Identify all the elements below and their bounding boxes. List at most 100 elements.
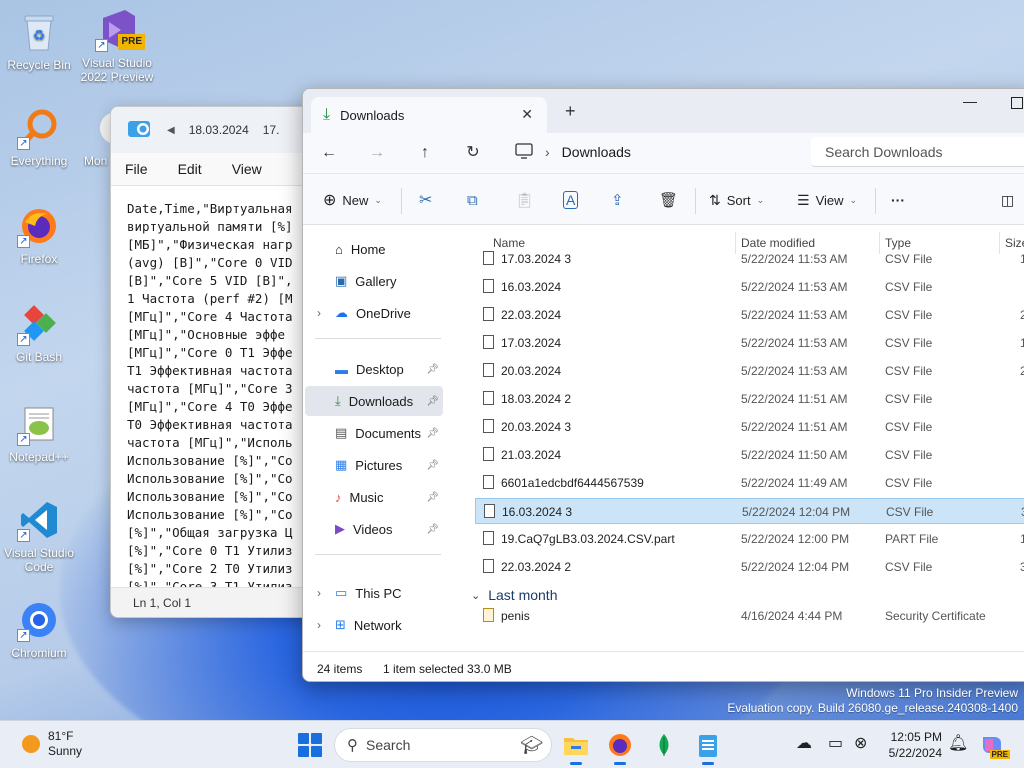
new-button[interactable]: ⊕ New ⌄	[323, 188, 382, 212]
chevron-right-icon[interactable]: ›	[317, 306, 321, 320]
file-row[interactable]: 16.03.2024 35/22/2024 12:04 PMCSV File3	[475, 498, 1024, 524]
network-status-icon[interactable]: ⊗	[854, 733, 867, 753]
nav-item-videos[interactable]: ▶ Videos 📌︎	[305, 514, 443, 544]
nav-item-documents[interactable]: ▤ Documents 📌︎	[305, 418, 443, 448]
menu-file[interactable]: File	[125, 161, 148, 177]
tab-scroll-left-icon[interactable]: ◀	[167, 125, 175, 136]
group-header-last-month[interactable]: ⌄ Last month	[471, 587, 557, 603]
nav-item-desktop[interactable]: ▬ Desktop 📌︎	[305, 354, 443, 384]
nav-item-gallery[interactable]: ▣ Gallery	[305, 266, 443, 296]
nav-item-home[interactable]: ⌂ Home	[305, 234, 443, 264]
taskbar-file-explorer[interactable]	[560, 729, 592, 765]
nav-item-pictures[interactable]: ▦ Pictures 📌︎	[305, 450, 443, 480]
file-row[interactable]: 16.03.2024 5/22/2024 11:53 AM CSV File	[475, 274, 1024, 300]
copy-button[interactable]: ⧉	[467, 188, 478, 212]
notepad-tab[interactable]: 17.	[263, 123, 280, 137]
pin-icon[interactable]: 📌︎	[426, 428, 439, 439]
weather-widget[interactable]: 81°F Sunny	[22, 729, 82, 759]
desktop-icon-chromium[interactable]: ↗ Chromium	[0, 598, 78, 660]
file-row[interactable]: 20.03.2024 5/22/2024 11:53 AM CSV File 2	[475, 358, 1024, 384]
new-tab-icon[interactable]: +	[565, 101, 576, 122]
file-row[interactable]: 20.03.2024 3 5/22/2024 11:51 AM CSV File	[475, 414, 1024, 440]
refresh-icon[interactable]: ↻	[461, 141, 485, 165]
details-pane-button[interactable]: ◫	[1001, 188, 1014, 212]
nav-item-downloads[interactable]: ⤓ Downloads 📌︎	[305, 386, 443, 416]
file-row[interactable]: penis 4/16/2024 4:44 PM Security Certifica…	[475, 603, 1024, 629]
pin-icon[interactable]: 📌︎	[426, 396, 439, 407]
file-row[interactable]: 21.03.2024 5/22/2024 11:50 AM CSV File	[475, 442, 1024, 468]
desktop-icon-label: Git Bash	[15, 350, 63, 364]
cloud-offline-icon[interactable]: ☁	[796, 733, 812, 753]
explorer-tab-downloads[interactable]: ⤓ Downloads ✕	[311, 97, 547, 133]
desktop-icon-label: Recycle Bin	[7, 58, 71, 72]
desktop-icon-visual-studio-2022-preview[interactable]: PRE ↗ Visual Studio 2022 Preview	[78, 8, 156, 84]
desktop-icon-mon[interactable]: Mon	[70, 106, 110, 168]
pin-icon[interactable]: 📌︎	[426, 524, 439, 535]
file-row[interactable]: 18.03.2024 2 5/22/2024 11:51 AM CSV File	[475, 386, 1024, 412]
delete-button[interactable]: 🗑︎	[659, 188, 678, 212]
desktop-icon-notepad-plus-plus[interactable]: ↗ Notepad++	[0, 402, 78, 464]
notepad-tab[interactable]: 18.03.2024	[189, 123, 249, 137]
forward-arrow-icon[interactable]: →	[365, 141, 389, 165]
view-button[interactable]: ☰ View ⌄	[797, 188, 857, 212]
search-input[interactable]: Search Downloads	[811, 137, 1024, 167]
file-row[interactable]: 6601a1edcbdf6444567539 5/22/2024 11:49 AM…	[475, 470, 1024, 496]
file-icon	[484, 504, 495, 518]
chevron-down-icon[interactable]: ⌄	[471, 589, 480, 602]
taskbar-firefox[interactable]	[604, 729, 636, 765]
file-type: CSV File	[885, 364, 933, 378]
rename-button[interactable]: A	[563, 188, 579, 212]
desktop-icon-recycle-bin[interactable]: ♻ Recycle Bin	[0, 10, 78, 72]
nav-label: Pictures	[355, 457, 403, 473]
breadcrumb[interactable]: › Downloads	[511, 137, 799, 167]
close-tab-icon[interactable]: ✕	[521, 106, 533, 123]
taskbar-copilot[interactable]: PRE	[976, 729, 1010, 761]
file-name: 20.03.2024	[501, 364, 562, 378]
share-button[interactable]: ⇪	[611, 188, 624, 212]
nav-item-music[interactable]: ♪ Music 📌︎	[305, 482, 443, 512]
chevron-right-icon[interactable]: ›	[317, 618, 321, 632]
desktop-icon-git-bash[interactable]: ↗ Git Bash	[0, 302, 78, 364]
nav-item-this-pc[interactable]: › ▭ This PC	[305, 578, 443, 608]
maximize-icon[interactable]	[1011, 97, 1023, 109]
menu-edit[interactable]: Edit	[178, 161, 202, 177]
system-clock[interactable]: 12:05 PM 5/22/2024	[884, 729, 942, 761]
nav-divider	[315, 554, 441, 555]
taskbar-notepad[interactable]	[692, 729, 724, 765]
see-more-button[interactable]: ···	[891, 188, 905, 212]
pin-icon[interactable]: 📌︎	[426, 460, 439, 471]
breadcrumb-downloads[interactable]: Downloads	[562, 144, 631, 160]
notification-bell-icon[interactable]: 🔔︎	[948, 733, 968, 753]
cut-button[interactable]: ✂	[419, 188, 432, 212]
display-settings-icon[interactable]: ▭	[828, 733, 843, 753]
file-row[interactable]: 22.03.2024 2 5/22/2024 12:04 PM CSV File 3	[475, 554, 1024, 580]
chevron-right-icon[interactable]: ›	[317, 586, 321, 600]
desktop-icon-everything[interactable]: ↗ Everything	[0, 106, 78, 168]
minimize-icon[interactable]: —	[963, 93, 977, 109]
sort-button[interactable]: ⇅ Sort ⌄	[709, 188, 764, 212]
nav-item-onedrive[interactable]: › ☁ OneDrive	[305, 298, 443, 328]
desktop-icon-visual-studio-code[interactable]: ↗ Visual Studio Code	[0, 498, 78, 574]
breadcrumb-chevron-icon[interactable]: ›	[545, 144, 550, 160]
pin-icon[interactable]: 📌︎	[426, 492, 439, 503]
menu-view[interactable]: View	[232, 161, 262, 177]
file-row[interactable]: 17.03.2024 3 5/22/2024 11:53 AM CSV File 1	[475, 246, 1024, 272]
notepad-text-line: [%]","Core 3 T1 Утилиз	[127, 579, 293, 587]
paste-button[interactable]: 📋︎	[515, 188, 534, 212]
nav-item-network[interactable]: › ⊞ Network	[305, 610, 443, 640]
notepad-window[interactable]: ◀ 18.03.2024 17. File Edit View Date,Tim…	[110, 106, 310, 618]
back-arrow-icon[interactable]: ←	[317, 141, 341, 165]
file-row[interactable]: 22.03.2024 5/22/2024 11:53 AM CSV File 2	[475, 302, 1024, 328]
taskbar-search-box[interactable]: ⚲ Search 🎓︎	[334, 728, 552, 762]
desktop-icon-firefox[interactable]: ↗ Firefox	[0, 204, 78, 266]
notepad-text-area[interactable]: Date,Time,"Виртуальная виртуальной памяти…	[111, 185, 309, 587]
file-row[interactable]: 19.CaQ7gLB3.03.2024.CSV.part 5/22/2024 12…	[475, 526, 1024, 552]
file-row[interactable]: 17.03.2024 5/22/2024 11:53 AM CSV File 1	[475, 330, 1024, 356]
pin-icon[interactable]: 📌︎	[426, 364, 439, 375]
start-button[interactable]	[298, 733, 322, 757]
taskbar-leaf-app[interactable]	[648, 729, 680, 761]
shortcut-arrow-icon: ↗	[17, 137, 30, 150]
file-explorer-window[interactable]: ⤓ Downloads ✕ + — ← → ↑ ↻ › Downloads Se…	[302, 88, 1024, 682]
up-arrow-icon[interactable]: ↑	[413, 141, 437, 165]
monitor-icon[interactable]	[515, 142, 533, 162]
